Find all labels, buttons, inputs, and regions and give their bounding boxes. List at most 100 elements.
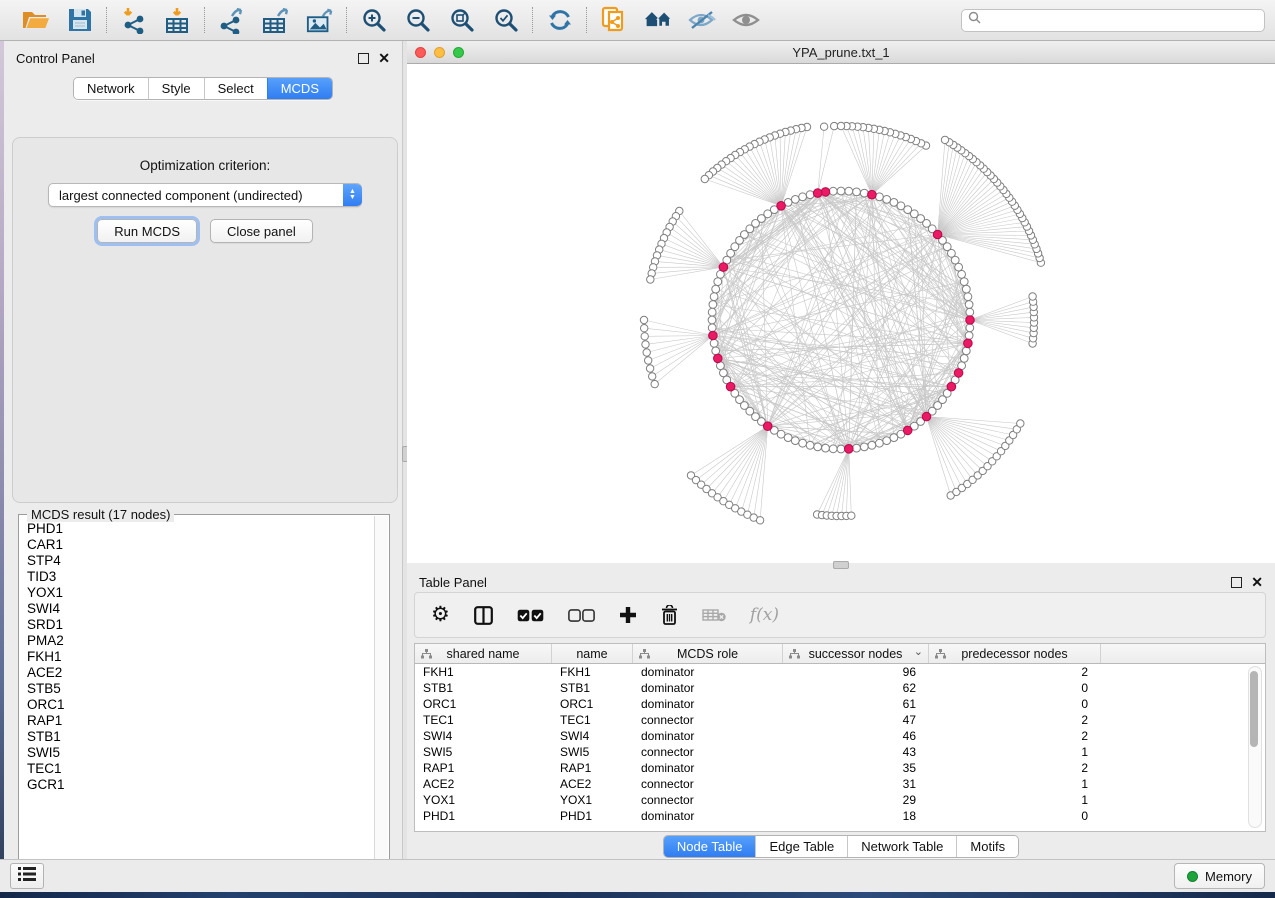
cell-successor-nodes: 31	[783, 777, 929, 791]
horizontal-splitter-handle[interactable]	[833, 561, 849, 569]
show-all-icon[interactable]	[732, 6, 760, 34]
tab-node-table[interactable]: Node Table	[664, 836, 756, 857]
float-table-panel-icon[interactable]	[1231, 577, 1242, 588]
table-row[interactable]: STB1STB1dominator620	[415, 680, 1265, 696]
result-node[interactable]: STP4	[20, 553, 375, 569]
search-icon	[968, 11, 981, 29]
result-node[interactable]: PHD1	[20, 521, 375, 537]
tab-select[interactable]: Select	[204, 78, 267, 99]
result-node[interactable]: STB1	[20, 729, 375, 745]
column-label: shared name	[447, 647, 520, 661]
first-neighbors-icon[interactable]	[644, 6, 672, 34]
result-node[interactable]: STB5	[20, 681, 375, 697]
table-row[interactable]: RAP1RAP1dominator352	[415, 760, 1265, 776]
float-panel-icon[interactable]	[358, 53, 369, 64]
result-node[interactable]: CAR1	[20, 537, 375, 553]
import-network-icon[interactable]	[120, 6, 148, 34]
column-header-successor-nodes[interactable]: successor nodes⌄	[783, 644, 929, 663]
result-node[interactable]: GCR1	[20, 777, 375, 793]
table-row[interactable]: ORC1ORC1dominator610	[415, 696, 1265, 712]
tab-network[interactable]: Network	[74, 78, 148, 99]
close-table-panel-icon[interactable]: ✕	[1251, 577, 1263, 587]
result-node[interactable]: SWI5	[20, 745, 375, 761]
tab-network-table[interactable]: Network Table	[847, 836, 956, 857]
cell-shared-name: RAP1	[415, 761, 552, 775]
tab-style[interactable]: Style	[148, 78, 204, 99]
cell-predecessor-nodes: 2	[929, 665, 1101, 679]
table-row[interactable]: YOX1YOX1connector291	[415, 792, 1265, 808]
open-session-icon[interactable]	[22, 6, 50, 34]
panel-menu-button[interactable]	[10, 863, 44, 889]
save-session-icon[interactable]	[66, 6, 94, 34]
clone-network-icon[interactable]	[600, 6, 628, 34]
cell-name: SWI4	[552, 729, 633, 743]
result-node[interactable]: FKH1	[20, 649, 375, 665]
delete-column-icon[interactable]	[661, 605, 678, 625]
table-row[interactable]: FKH1FKH1dominator962	[415, 664, 1265, 680]
export-table-icon[interactable]	[262, 6, 290, 34]
cell-predecessor-nodes: 1	[929, 777, 1101, 791]
result-node[interactable]: ACE2	[20, 665, 375, 681]
show-column-panel-icon[interactable]	[474, 606, 493, 625]
import-table-icon[interactable]	[164, 6, 192, 34]
table-scrollbar[interactable]	[1248, 666, 1262, 828]
cell-successor-nodes: 43	[783, 745, 929, 759]
deselect-all-columns-icon[interactable]	[568, 609, 595, 622]
result-node[interactable]: TID3	[20, 569, 375, 585]
network-window-titlebar[interactable]: YPA_prune.txt_1	[407, 41, 1275, 64]
cell-predecessor-nodes: 2	[929, 761, 1101, 775]
search-field[interactable]	[961, 9, 1265, 32]
hide-selected-icon[interactable]	[688, 6, 716, 34]
run-mcds-button[interactable]: Run MCDS	[97, 219, 197, 243]
network-canvas[interactable]	[407, 64, 1275, 564]
zoom-selected-icon[interactable]	[492, 6, 520, 34]
criterion-dropdown[interactable]: largest connected component (undirected)…	[48, 183, 362, 207]
table-row[interactable]: SWI5SWI5connector431	[415, 744, 1265, 760]
table-row[interactable]: TEC1TEC1connector472	[415, 712, 1265, 728]
column-header-name[interactable]: name	[552, 644, 633, 663]
cell-predecessor-nodes: 2	[929, 713, 1101, 727]
column-header-predecessor-nodes[interactable]: predecessor nodes	[929, 644, 1101, 663]
zoom-out-icon[interactable]	[404, 6, 432, 34]
result-node[interactable]: SWI4	[20, 601, 375, 617]
memory-button[interactable]: Memory	[1174, 863, 1265, 889]
table-toolbar: ⚙ f(x)	[414, 592, 1266, 638]
close-panel-button[interactable]: Close panel	[210, 219, 313, 243]
result-scrollbar[interactable]	[374, 516, 388, 879]
column-header-shared-name[interactable]: shared name	[415, 644, 552, 663]
table-scrollbar-thumb[interactable]	[1250, 671, 1258, 747]
select-all-columns-icon[interactable]	[517, 609, 544, 622]
settings-gear-icon[interactable]: ⚙	[431, 605, 450, 625]
table-row[interactable]: PHD1PHD1dominator180	[415, 808, 1265, 824]
cell-name: PHD1	[552, 809, 633, 823]
cell-successor-nodes: 29	[783, 793, 929, 807]
zoom-in-icon[interactable]	[360, 6, 388, 34]
result-node[interactable]: TEC1	[20, 761, 375, 777]
column-header-MCDS-role[interactable]: MCDS role	[633, 644, 783, 663]
close-panel-icon[interactable]: ✕	[378, 53, 390, 63]
result-node[interactable]: YOX1	[20, 585, 375, 601]
cell-MCDS-role: connector	[633, 745, 783, 759]
tab-motifs[interactable]: Motifs	[956, 836, 1018, 857]
mcds-tab-content: Optimization criterion: largest connecte…	[12, 137, 398, 503]
cell-successor-nodes: 46	[783, 729, 929, 743]
table-row[interactable]: ACE2ACE2connector311	[415, 776, 1265, 792]
cell-predecessor-nodes: 0	[929, 697, 1101, 711]
result-node[interactable]: PMA2	[20, 633, 375, 649]
application-window: Control Panel ✕ NetworkStyleSelectMCDS O…	[0, 0, 1275, 898]
search-input[interactable]	[985, 12, 1258, 28]
mcds-result-list[interactable]: PHD1CAR1STP4TID3YOX1SWI4SRD1PMA2FKH1ACE2…	[20, 521, 375, 879]
result-node[interactable]: ORC1	[20, 697, 375, 713]
table-row[interactable]: SWI4SWI4dominator462	[415, 728, 1265, 744]
apply-layout-icon[interactable]	[546, 6, 574, 34]
export-network-icon[interactable]	[218, 6, 246, 34]
cell-successor-nodes: 62	[783, 681, 929, 695]
export-image-icon[interactable]	[306, 6, 334, 34]
zoom-fit-icon[interactable]	[448, 6, 476, 34]
result-node[interactable]: RAP1	[20, 713, 375, 729]
tab-mcds[interactable]: MCDS	[267, 78, 332, 99]
add-column-icon[interactable]	[619, 606, 637, 624]
result-node[interactable]: SRD1	[20, 617, 375, 633]
tab-edge-table[interactable]: Edge Table	[755, 836, 847, 857]
cell-shared-name: TEC1	[415, 713, 552, 727]
